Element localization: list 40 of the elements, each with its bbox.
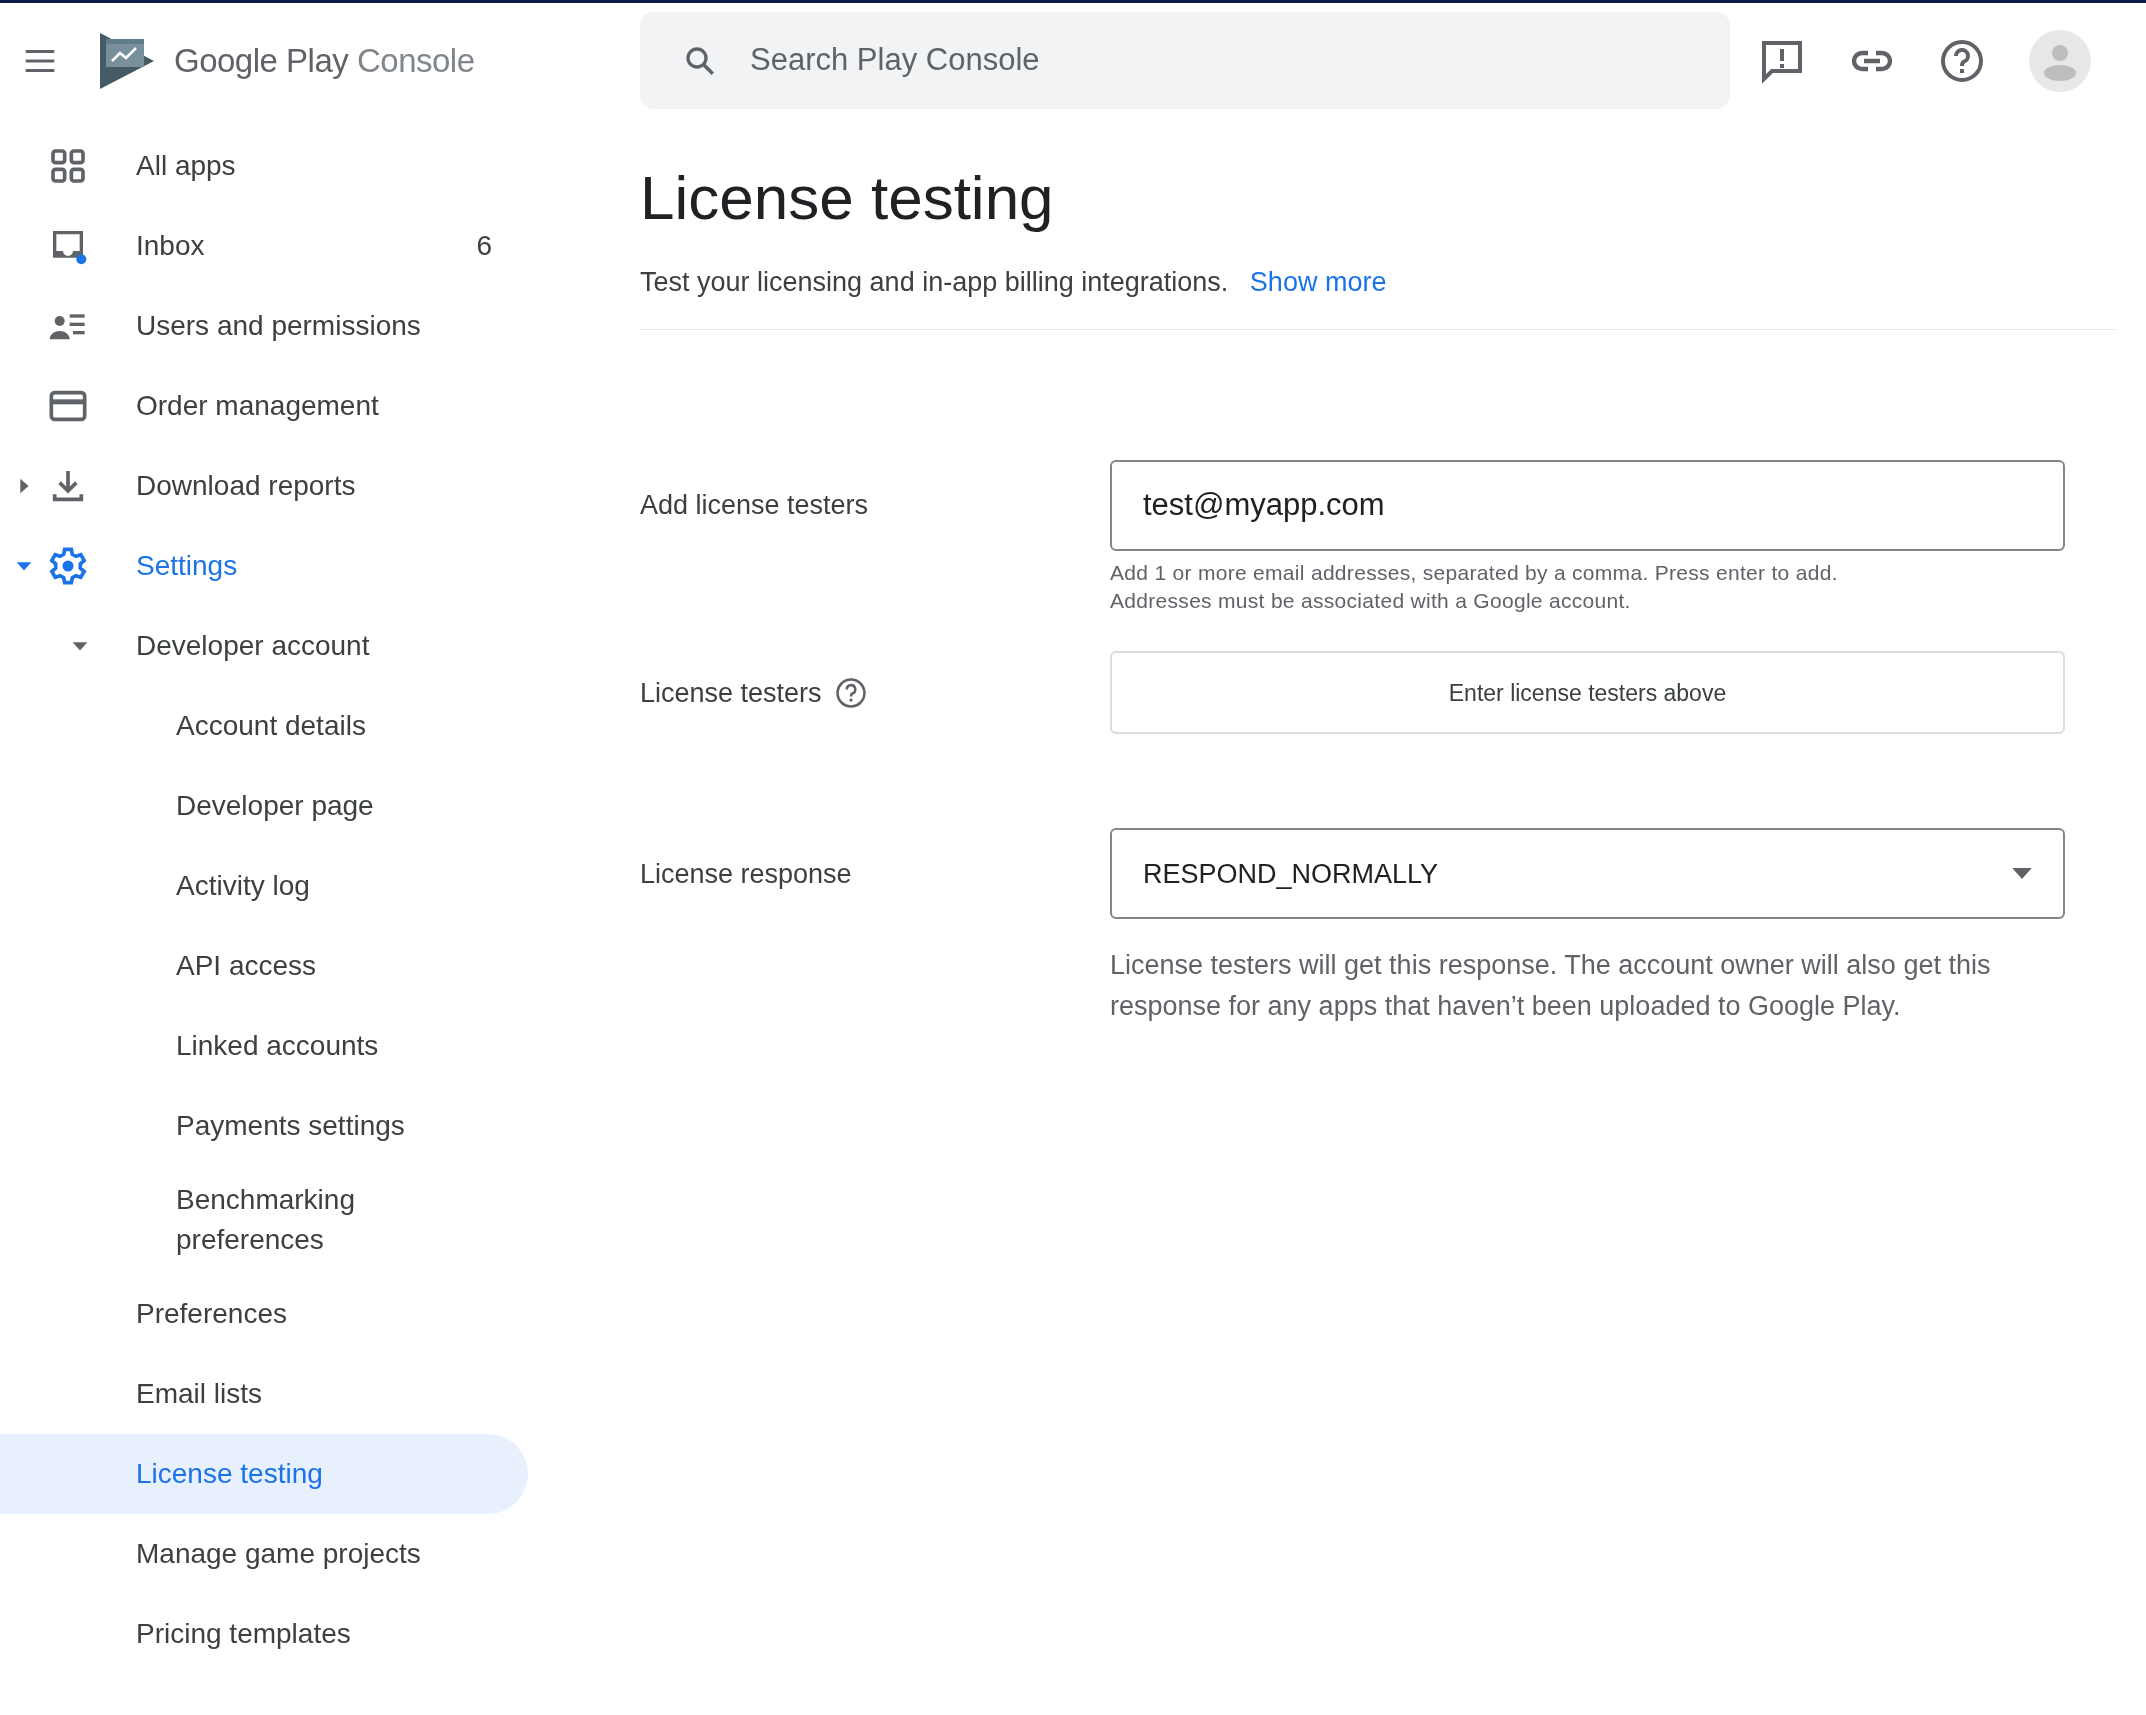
- grid-icon: [48, 146, 88, 186]
- sidebar-label: Inbox: [136, 229, 206, 263]
- sidebar-item[interactable]: Pricing templates: [0, 1594, 528, 1674]
- helper-text: License testers will get this response. The account owner will also get this response for any apps that haven’t been uploaded to Google Play.: [1110, 949, 1992, 1023]
- page-title: License testing: [640, 164, 1055, 233]
- sidebar-item[interactable]: Download reports: [0, 446, 528, 526]
- response-dropdown[interactable]: RESPOND_NORMALLY: [1110, 828, 2065, 920]
- sidebar-item[interactable]: Users and permissions: [0, 286, 528, 366]
- sidebar-item[interactable]: Email lists: [0, 1354, 528, 1434]
- sidebar-item[interactable]: Preferences: [0, 1274, 528, 1354]
- sidebar-item[interactable]: Inbox 6: [0, 206, 528, 286]
- unread-count: 6: [476, 229, 492, 263]
- sidebar-item[interactable]: API access: [0, 926, 528, 1006]
- email-input-field[interactable]: test@myapp.com: [1110, 459, 2065, 551]
- help-icon[interactable]: [833, 675, 868, 710]
- field-label: License response: [640, 857, 852, 891]
- sidebar-item[interactable]: Activity log: [0, 846, 528, 926]
- sidebar-item[interactable]: Order management: [0, 366, 528, 446]
- field-label: Add license testers: [640, 488, 869, 522]
- sidebar-item[interactable]: All apps: [0, 126, 528, 206]
- sidebar-item[interactable]: Payments settings: [0, 1086, 528, 1166]
- sidebar-item[interactable]: License testing: [0, 1434, 528, 1514]
- field-label: License testers: [640, 676, 822, 710]
- sidebar-item[interactable]: Benchmarking preferences: [0, 1166, 528, 1274]
- sidebar-item[interactable]: Developer page: [0, 766, 528, 846]
- dropdown-caret-icon: [2012, 868, 2032, 880]
- show-more-link[interactable]: Show more: [1249, 267, 1387, 298]
- helper-text: Add 1 or more email addresses, separated by a comma. Press enter to add. Addresses must be associated with a Google account.: [1110, 559, 1839, 615]
- sidebar-item[interactable]: Linked accounts: [0, 1006, 528, 1086]
- search-input-field[interactable]: Search Play Console: [748, 36, 1730, 85]
- settings-icon: [48, 546, 88, 586]
- play-console-logo-icon: [98, 30, 156, 91]
- sidebar-item[interactable]: Settings: [0, 526, 528, 606]
- page-description: Test your licensing and in-app billing integrations. Show more: [640, 266, 1388, 300]
- app-logo-text: Google Play Console: [174, 40, 475, 81]
- sidebar-item[interactable]: Manage game projects: [0, 1514, 528, 1594]
- sidebar-item[interactable]: Account details: [0, 686, 528, 766]
- empty-testers-list: Enter license testers above: [1110, 651, 2065, 735]
- sidebar-item[interactable]: Developer account: [0, 606, 528, 686]
- search-bar[interactable]: Search Play Console: [640, 12, 1730, 109]
